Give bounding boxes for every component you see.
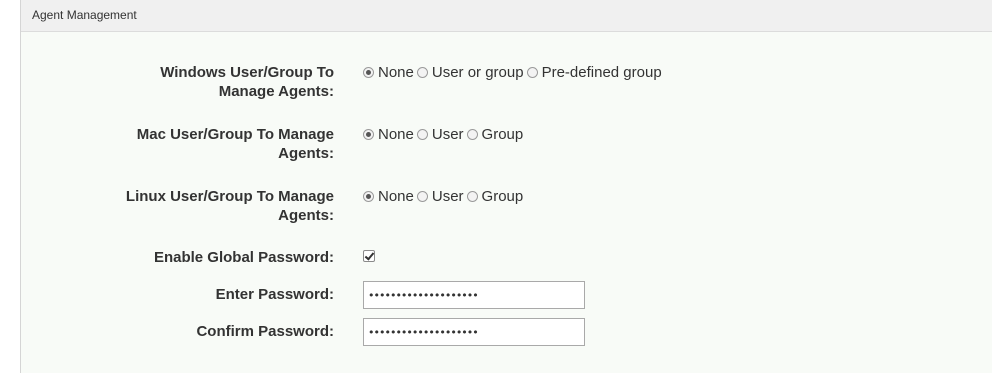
confirm-password-label: Confirm Password: — [196, 323, 334, 340]
linux-label-line2: Agents: — [278, 207, 334, 224]
linux-radio-user[interactable] — [416, 191, 428, 202]
windows-radio-group: None User or group Pre-defined group — [363, 63, 665, 82]
mac-radio-group[interactable] — [466, 129, 478, 140]
linux-label-line1: Linux User/Group To Manage — [125, 188, 334, 205]
windows-radio-predefined-group-label[interactable]: Pre-defined group — [542, 63, 662, 82]
windows-radio-user-or-group-label[interactable]: User or group — [432, 63, 524, 82]
linux-radio-group-label[interactable]: Group — [482, 187, 524, 206]
enter-password-label: Enter Password: — [215, 286, 334, 303]
windows-radio-none-label[interactable]: None — [378, 63, 414, 82]
mac-radio-group: None User Group — [363, 125, 526, 144]
mac-radio-none[interactable] — [363, 129, 374, 140]
mac-label-line1: Mac User/Group To Manage — [136, 126, 334, 143]
linux-manage-agents-label: Linux User/Group To Manage Agents: — [21, 187, 334, 225]
confirm-password-control — [363, 318, 585, 346]
mac-manage-agents-label: Mac User/Group To Manage Agents: — [21, 125, 334, 163]
windows-label-line1: Windows User/Group To — [160, 64, 334, 81]
windows-radio-predefined-group[interactable] — [526, 67, 538, 78]
enter-password-input[interactable] — [363, 281, 585, 309]
mac-radio-none-label[interactable]: None — [378, 125, 414, 144]
windows-manage-agents-label: Windows User/Group To Manage Agents: — [21, 63, 334, 101]
windows-label-line2: Manage Agents: — [218, 83, 334, 100]
windows-radio-none[interactable] — [363, 67, 374, 78]
mac-radio-group-label[interactable]: Group — [482, 125, 524, 144]
linux-radio-none-label[interactable]: None — [378, 187, 414, 206]
agent-management-panel: Agent Management Windows User/Group To M… — [20, 0, 992, 373]
global-password-label: Enable Global Password: — [153, 249, 334, 266]
enter-password-control — [363, 281, 585, 309]
linux-radio-none[interactable] — [363, 191, 374, 202]
panel-title: Agent Management — [21, 0, 992, 32]
mac-radio-user-label[interactable]: User — [432, 125, 464, 144]
global-password-control — [363, 250, 375, 262]
mac-radio-user[interactable] — [416, 129, 428, 140]
confirm-password-input[interactable] — [363, 318, 585, 346]
windows-radio-user-or-group[interactable] — [416, 67, 428, 78]
linux-radio-group[interactable] — [466, 191, 478, 202]
linux-radio-group: None User Group — [363, 187, 526, 206]
linux-radio-user-label[interactable]: User — [432, 187, 464, 206]
mac-label-line2: Agents: — [278, 145, 334, 162]
enable-global-password-checkbox[interactable] — [363, 250, 375, 262]
